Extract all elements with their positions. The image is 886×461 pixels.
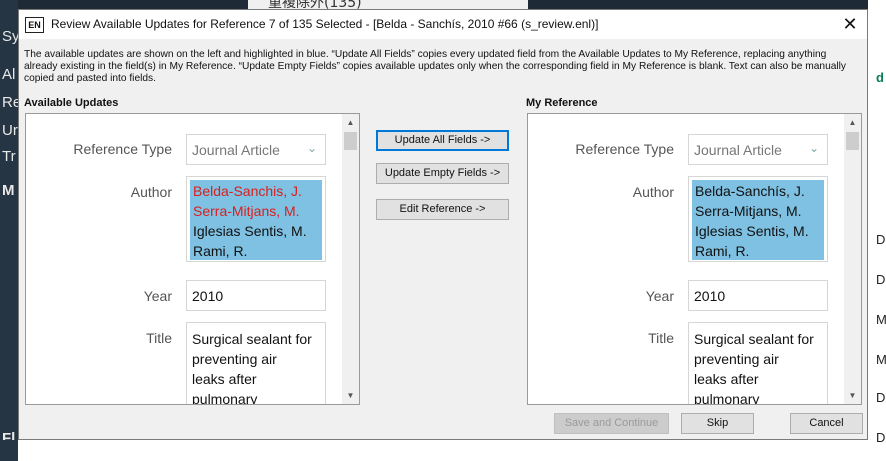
reference-type-select[interactable]: Journal Article ⌄ — [688, 134, 828, 165]
author-line: Serra-Mitjans, M. — [695, 203, 802, 219]
title-line: pulmonary — [694, 391, 760, 405]
available-updates-heading: Available Updates — [24, 97, 119, 109]
year-field[interactable]: 2010 — [186, 280, 326, 311]
vertical-scrollbar[interactable]: ▲ ▼ — [844, 114, 861, 404]
bg-sidebar-text: Sy — [2, 28, 20, 45]
bg-sidebar-text: Tr — [2, 148, 16, 165]
author-line: Iglesias Sentis, M. — [695, 223, 809, 239]
year-value: 2010 — [192, 288, 224, 304]
close-icon[interactable]: ✕ — [833, 10, 867, 39]
scroll-down-icon[interactable]: ▼ — [844, 387, 861, 404]
author-field[interactable]: Belda-Sanchis, J. Serra-Mitjans, M. Igle… — [186, 176, 326, 262]
bg-right-text: D — [876, 272, 886, 287]
year-label: Year — [645, 288, 674, 304]
my-reference-panel[interactable]: Reference Type Journal Article ⌄ Author … — [527, 113, 862, 405]
bg-right-text: d — [876, 70, 884, 85]
scroll-up-icon[interactable]: ▲ — [342, 114, 359, 131]
cancel-button[interactable]: Cancel — [790, 413, 863, 434]
title-field[interactable]: Surgical sealant for preventing air leak… — [186, 322, 326, 405]
background-footer-light — [18, 440, 868, 461]
title-label: Title — [648, 330, 674, 346]
background-sidebar: Sy Al Re Ur Tr M Fl — [0, 0, 21, 461]
reference-type-label: Reference Type — [73, 141, 172, 157]
bg-right-text: M — [876, 312, 886, 327]
endnote-app-icon: EN — [25, 17, 44, 33]
save-and-continue-button[interactable]: Save and Continue — [554, 413, 669, 434]
chevron-down-icon: ⌄ — [808, 141, 819, 155]
author-line: Rami, R. — [695, 243, 750, 259]
author-highlight: Belda-Sanchís, J. Serra-Mitjans, M. Igle… — [692, 180, 824, 260]
author-line: Rami, R. — [193, 243, 248, 259]
bg-right-text: D — [876, 232, 886, 247]
reference-type-value: Journal Article — [192, 142, 280, 158]
dialog-title: Review Available Updates for Reference 7… — [51, 17, 599, 31]
title-label: Title — [146, 330, 172, 346]
title-line: preventing air — [192, 351, 277, 367]
title-field[interactable]: Surgical sealant for preventing air leak… — [688, 322, 828, 405]
title-line: leaks after — [694, 371, 759, 387]
year-value: 2010 — [694, 288, 726, 304]
reference-type-select[interactable]: Journal Article ⌄ — [186, 134, 326, 165]
reference-type-value: Journal Article — [694, 142, 782, 158]
bg-right-text: M — [876, 352, 886, 367]
title-line: Surgical sealant for — [694, 331, 814, 347]
scroll-up-icon[interactable]: ▲ — [844, 114, 861, 131]
author-line: Belda-Sanchís, J. — [695, 183, 805, 199]
title-bar: EN Review Available Updates for Referenc… — [19, 10, 867, 39]
bg-sidebar-text: Al — [2, 66, 16, 83]
review-updates-dialog: EN Review Available Updates for Referenc… — [18, 9, 868, 440]
author-line-updated: Belda-Sanchis, J. — [193, 183, 302, 199]
title-line: Surgical sealant for — [192, 331, 312, 347]
chevron-down-icon: ⌄ — [306, 141, 317, 155]
update-all-fields-button[interactable]: Update All Fields -> — [376, 130, 509, 151]
author-line-updated: Serra-Mitjans, M. — [193, 203, 300, 219]
author-label: Author — [130, 184, 172, 200]
author-highlight: Belda-Sanchis, J. Serra-Mitjans, M. Igle… — [190, 180, 322, 260]
bg-right-text: D — [876, 430, 886, 445]
scroll-thumb[interactable] — [344, 132, 357, 150]
background-right-panel: d D D M M D D — [868, 0, 886, 461]
author-line: Iglesias Sentis, M. — [193, 223, 307, 239]
title-line: preventing air — [694, 351, 779, 367]
scroll-thumb[interactable] — [846, 132, 859, 150]
bg-right-text: D — [876, 390, 886, 405]
update-empty-fields-button[interactable]: Update Empty Fields -> — [376, 163, 509, 184]
edit-reference-button[interactable]: Edit Reference -> — [376, 199, 509, 220]
skip-button[interactable]: Skip — [681, 413, 754, 434]
my-reference-heading: My Reference — [526, 97, 598, 109]
author-field[interactable]: Belda-Sanchís, J. Serra-Mitjans, M. Igle… — [688, 176, 828, 262]
scroll-down-icon[interactable]: ▼ — [342, 387, 359, 404]
bg-sidebar-text: M — [2, 182, 15, 199]
title-line: leaks after — [192, 371, 257, 387]
year-label: Year — [143, 288, 172, 304]
available-updates-panel[interactable]: Reference Type Journal Article ⌄ Author … — [25, 113, 360, 405]
bg-sidebar-text: Ur — [2, 122, 18, 139]
year-field[interactable]: 2010 — [688, 280, 828, 311]
instructions-text: The available updates are shown on the l… — [24, 49, 847, 84]
vertical-scrollbar[interactable]: ▲ ▼ — [342, 114, 359, 404]
reference-type-label: Reference Type — [575, 141, 674, 157]
author-label: Author — [632, 184, 674, 200]
title-line: pulmonary — [192, 391, 258, 405]
